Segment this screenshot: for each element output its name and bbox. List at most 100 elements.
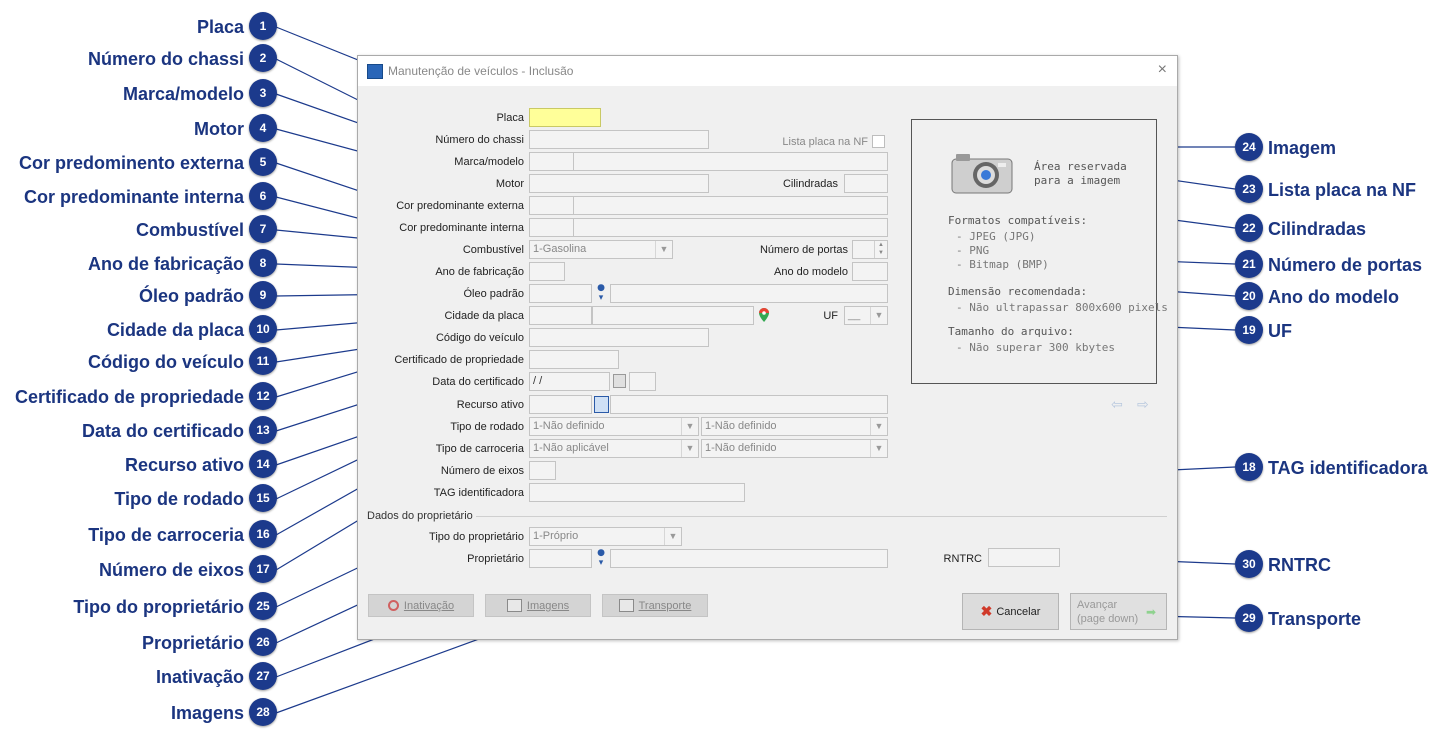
next-image-arrow-icon[interactable]: ⇨: [1137, 397, 1149, 413]
cancel-x-icon: ✖: [980, 603, 993, 619]
callout-badge-15: 15: [249, 484, 277, 512]
placa-input[interactable]: [529, 108, 601, 127]
uf-select[interactable]: __ ▼: [844, 306, 888, 325]
imagens-label: Imagens: [526, 599, 570, 612]
cor-externa-code-input[interactable]: [529, 196, 574, 215]
label-tipo-carroceria: Tipo de carroceria: [435, 443, 524, 455]
ano-fabricacao-input[interactable]: [529, 262, 565, 281]
proprietario-search-icon[interactable]: ● ▾: [595, 548, 607, 568]
marca-modelo-code-input[interactable]: [529, 152, 574, 171]
format-jpeg: - JPEG (JPG): [956, 230, 1036, 243]
calendar-icon[interactable]: [613, 374, 626, 388]
chevron-down-icon: ▼: [681, 418, 698, 435]
avancar-sublabel: (page down): [1077, 613, 1139, 625]
callout-label-tag: TAG identificadora: [1268, 458, 1428, 478]
avancar-button[interactable]: Avançar (page down) ➡: [1070, 593, 1167, 630]
vehicle-maintenance-dialog: Manutenção de veículos - Inclusão × Plac…: [357, 55, 1178, 640]
codigo-veiculo-input[interactable]: [529, 328, 709, 347]
cidade-placa-desc-input[interactable]: [592, 306, 754, 325]
callout-badge-18: 18: [1235, 453, 1263, 481]
hora-certificado-input[interactable]: [629, 372, 656, 391]
numero-eixos-input[interactable]: [529, 461, 556, 480]
recurso-ativo-code-input[interactable]: [529, 395, 592, 414]
label-motor: Motor: [495, 178, 524, 190]
uf-value: __: [848, 309, 861, 321]
format-bmp: - Bitmap (BMP): [956, 258, 1049, 271]
chevron-down-icon: ▼: [870, 307, 887, 324]
oleo-search-icon[interactable]: ● ▾: [595, 283, 607, 303]
numero-portas-spinner[interactable]: ▲ ▼: [852, 240, 888, 259]
chevron-down-icon: ▼: [870, 440, 887, 457]
label-numero-eixos: Número de eixos: [440, 465, 524, 477]
tag-input[interactable]: [529, 483, 745, 502]
tipo-rodado-select-2[interactable]: 1-Não definido ▼: [701, 417, 888, 436]
oleo-padrao-desc-input[interactable]: [610, 284, 888, 303]
callout-label-inativacao: Inativação: [155, 667, 244, 687]
marca-modelo-desc-input[interactable]: [573, 152, 888, 171]
transport-icon: [618, 599, 634, 612]
inativacao-button[interactable]: Inativação: [368, 594, 474, 617]
recurso-lookup-icon[interactable]: [594, 396, 609, 413]
format-png: - PNG: [956, 244, 990, 257]
callout-label-numero-eixos: Número de eixos: [98, 560, 244, 580]
tipo-carroceria-select-2[interactable]: 1-Não definido ▼: [701, 439, 888, 458]
title-bar: Manutenção de veículos - Inclusão ×: [358, 56, 1177, 86]
transporte-label: Transporte: [638, 599, 692, 612]
image-reserved-line-2: para a imagem: [1034, 174, 1121, 187]
vehicle-image-area[interactable]: Área reservada para a imagem Formatos co…: [911, 119, 1168, 384]
map-pin-icon[interactable]: [759, 307, 769, 322]
callout-label-ano-modelo: Ano do modelo: [1268, 287, 1399, 307]
cor-interna-code-input[interactable]: [529, 218, 574, 237]
data-certificado-input[interactable]: / /: [529, 372, 610, 391]
label-combustivel: Combustível: [462, 244, 524, 256]
callout-label-cidade-placa: Cidade da placa: [106, 320, 244, 340]
callout-label-numero-chassi: Número do chassi: [87, 49, 244, 69]
size-value: - Não superar 300 kbytes: [956, 341, 1115, 354]
proprietario-desc-input[interactable]: [610, 549, 888, 568]
cor-interna-desc-input[interactable]: [573, 218, 888, 237]
callout-label-placa: Placa: [196, 17, 244, 37]
label-lista-placa-nf: Lista placa na NF: [782, 136, 868, 148]
combustivel-select[interactable]: 1-Gasolina ▼: [529, 240, 673, 259]
ano-modelo-input[interactable]: [852, 262, 888, 281]
tipo-proprietario-select[interactable]: 1-Próprio ▼: [529, 527, 682, 546]
imagens-button[interactable]: Imagens: [485, 594, 591, 617]
images-icon: [506, 599, 522, 612]
callout-badge-26: 26: [249, 628, 277, 656]
previous-image-arrow-icon[interactable]: ⇦: [1111, 397, 1123, 413]
oleo-padrao-code-input[interactable]: [529, 284, 592, 303]
label-numero-chassi: Número do chassi: [435, 134, 524, 146]
callout-label-tipo-proprietario: Tipo do proprietário: [73, 597, 244, 617]
recurso-ativo-desc-input[interactable]: [610, 395, 888, 414]
label-proprietario: Proprietário: [467, 553, 524, 565]
owner-section-divider: [476, 516, 1167, 517]
callout-label-lista-placa-nf: Lista placa na NF: [1268, 180, 1417, 200]
lista-placa-nf-checkbox[interactable]: [872, 135, 885, 148]
close-icon[interactable]: ×: [1158, 61, 1167, 79]
transporte-button[interactable]: Transporte: [602, 594, 708, 617]
numero-chassi-input[interactable]: [529, 130, 709, 149]
cor-externa-desc-input[interactable]: [573, 196, 888, 215]
app-icon: [367, 64, 383, 79]
motor-input[interactable]: [529, 174, 709, 193]
cancelar-button[interactable]: ✖ Cancelar: [962, 593, 1059, 630]
rntrc-input[interactable]: [988, 548, 1060, 567]
callout-badge-13: 13: [249, 416, 277, 444]
tipo-rodado-select-1[interactable]: 1-Não definido ▼: [529, 417, 699, 436]
callout-label-tipo-carroceria: Tipo de carroceria: [88, 525, 244, 545]
callout-badge-22: 22: [1235, 214, 1263, 242]
spinner-arrows-icon[interactable]: ▲ ▼: [874, 241, 887, 258]
certificado-input[interactable]: [529, 350, 619, 369]
callout-label-tipo-rodado: Tipo de rodado: [114, 489, 244, 509]
callout-label-imagens: Imagens: [170, 703, 244, 723]
callout-badge-2: 2: [249, 44, 277, 72]
callout-label-motor: Motor: [194, 119, 244, 139]
tipo-carroceria-value-1: 1-Não aplicável: [533, 442, 609, 454]
avancar-label: Avançar: [1077, 599, 1118, 611]
tipo-carroceria-select-1[interactable]: 1-Não aplicável ▼: [529, 439, 699, 458]
formats-title: Formatos compatíveis:: [948, 214, 1088, 227]
proprietario-code-input[interactable]: [529, 549, 592, 568]
cilindradas-input[interactable]: [844, 174, 888, 193]
cidade-placa-code-input[interactable]: [529, 306, 592, 325]
chevron-down-icon: ▼: [655, 241, 672, 258]
